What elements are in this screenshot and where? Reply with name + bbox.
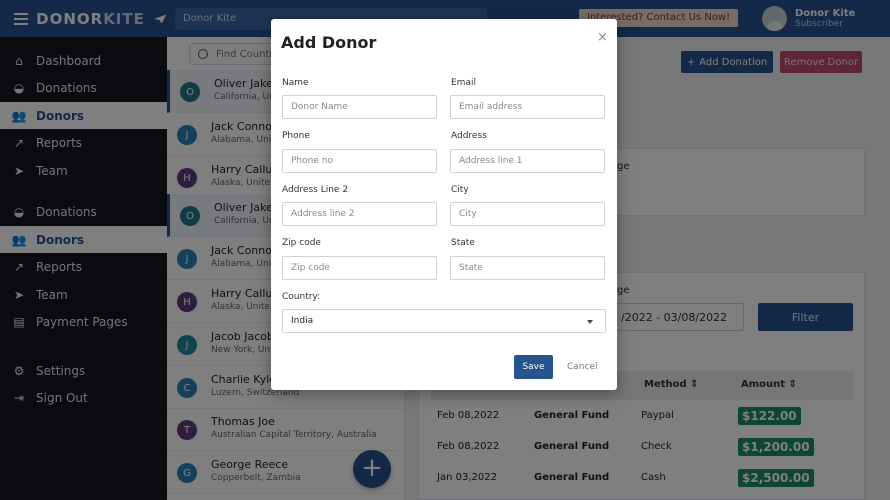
- state-field[interactable]: State: [450, 256, 605, 280]
- phone-field[interactable]: Phone no: [282, 149, 437, 173]
- email-field[interactable]: Email address: [450, 95, 605, 119]
- cancel-button[interactable]: Cancel: [567, 362, 598, 372]
- city-label: City: [451, 185, 469, 195]
- city-field[interactable]: City: [450, 202, 605, 226]
- add-donor-modal: Add Donor × Name Donor Name Email Email …: [271, 19, 617, 390]
- address2-label: Address Line 2: [282, 185, 349, 195]
- save-button[interactable]: Save: [514, 355, 553, 379]
- country-label: Country:: [282, 292, 321, 302]
- chevron-down-icon: [587, 320, 593, 324]
- modal-title: Add Donor: [281, 33, 377, 52]
- name-field[interactable]: Donor Name: [282, 95, 437, 119]
- address-label: Address: [451, 131, 487, 141]
- close-icon[interactable]: ×: [597, 30, 608, 45]
- zip-field[interactable]: Zip code: [282, 256, 437, 280]
- address-field[interactable]: Address line 1: [450, 149, 605, 173]
- name-label: Name: [282, 78, 309, 88]
- phone-label: Phone: [282, 131, 310, 141]
- email-label: Email: [451, 78, 476, 88]
- zip-label: Zip code: [282, 238, 321, 248]
- address2-field[interactable]: Address line 2: [282, 202, 437, 226]
- country-select[interactable]: India: [282, 309, 606, 333]
- state-label: State: [451, 238, 475, 248]
